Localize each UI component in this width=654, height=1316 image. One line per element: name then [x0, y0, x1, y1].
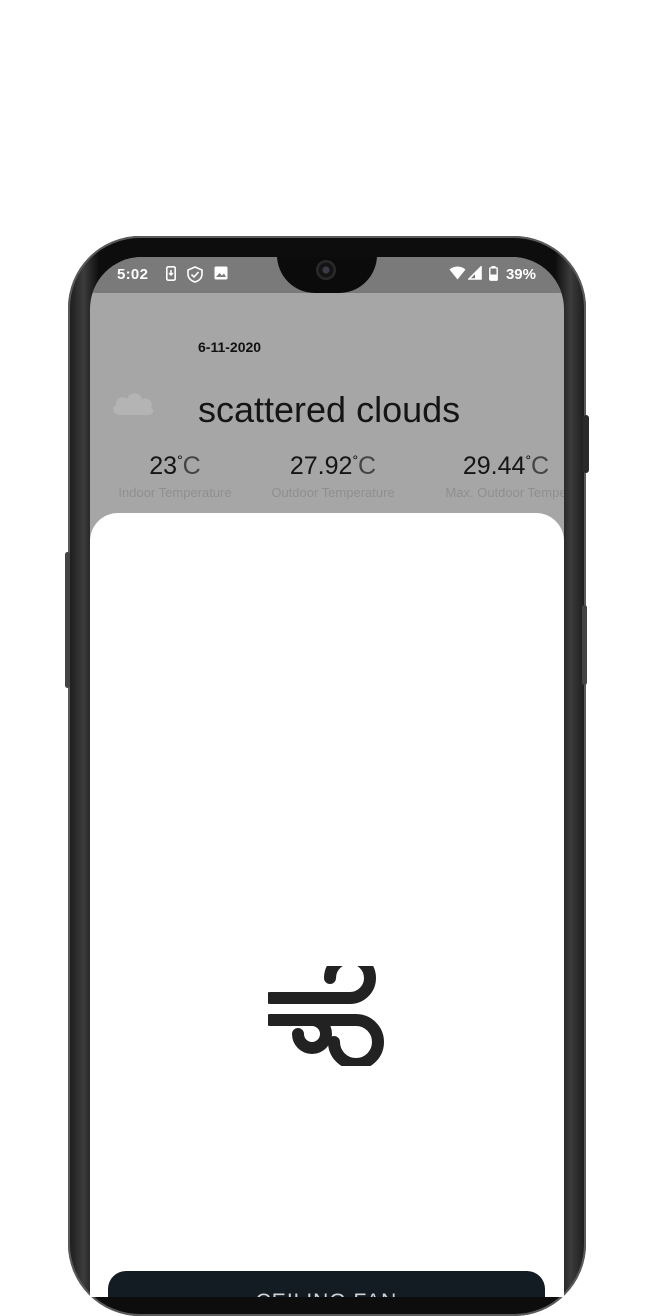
power-button: [583, 415, 589, 473]
temperature-label: Indoor Temperature: [118, 485, 232, 500]
ceiling-fan-button[interactable]: CEILING FAN: [108, 1271, 545, 1297]
app-screen: 5:02 39% 6-11-2020 scattered clouds 23°C…: [90, 257, 564, 1297]
weather-description: scattered clouds: [198, 389, 461, 430]
indoor-temperature: 23°C Indoor Temperature: [108, 452, 242, 500]
shield-icon: [187, 266, 205, 287]
download-icon: [166, 266, 176, 285]
side-switch: [582, 605, 587, 685]
wifi-icon: [449, 266, 466, 284]
front-camera: [316, 260, 336, 280]
status-bar: 5:02 39%: [90, 257, 564, 293]
temperature-label: Max. Outdoor Tempe: [445, 485, 564, 500]
battery-percent: 39%: [505, 266, 536, 283]
max-outdoor-temperature: 29.44°C Max. Outdoor Tempe: [426, 452, 564, 500]
device-card: CEILING FAN: [90, 513, 564, 1297]
battery-icon: [489, 266, 498, 285]
status-time: 5:02: [117, 266, 149, 283]
temperature-unit: C: [182, 452, 201, 480]
temperature-value: 27.92: [289, 452, 353, 480]
cloud-icon: [110, 387, 156, 422]
image-icon: [214, 266, 228, 284]
temperature-label: Outdoor Temperature: [271, 485, 395, 500]
signal-icon: [467, 265, 482, 284]
temperature-value: 29.44: [462, 452, 526, 480]
date-label: 6-11-2020: [198, 339, 262, 355]
camera-notch: [277, 257, 377, 293]
temperature-unit: C: [531, 452, 550, 480]
wind-icon: [264, 952, 386, 1071]
temperature-value: 23: [149, 452, 178, 480]
outdoor-temperature: 27.92°C Outdoor Temperature: [258, 452, 408, 500]
temperature-unit: C: [358, 452, 377, 480]
volume-buttons: [65, 552, 70, 688]
